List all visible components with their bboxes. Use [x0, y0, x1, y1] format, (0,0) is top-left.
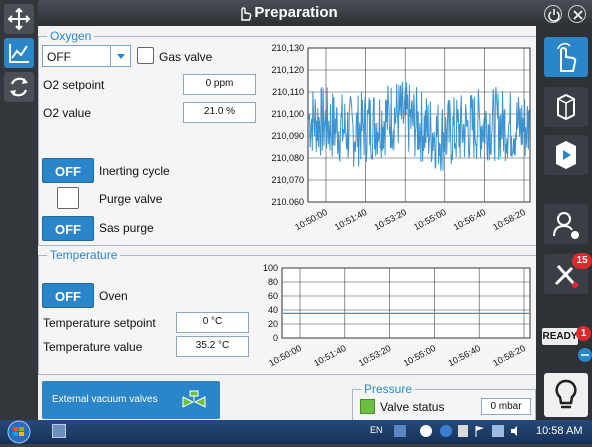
x-tick-label: 10:58:20: [491, 207, 527, 232]
external-vacuum-valves-button[interactable]: External vacuum valves: [42, 381, 220, 419]
gas-valve-checkbox[interactable]: [137, 47, 154, 64]
tray-display-icon[interactable]: [492, 425, 504, 437]
power-icon[interactable]: [544, 5, 562, 23]
y-tick-label: 210,110: [272, 87, 304, 97]
gas-valve-label: Gas valve: [159, 50, 213, 64]
y-tick-label: 100: [263, 263, 278, 273]
purge-valve-label: Purge valve: [99, 192, 163, 206]
cube-play-icon[interactable]: [544, 135, 588, 175]
chart-icon[interactable]: [4, 38, 34, 68]
oxygen-mode-value: OFF: [47, 50, 71, 64]
oxygen-legend: Oxygen: [47, 29, 95, 43]
ready-badge: 1: [576, 326, 591, 341]
taskbar-app-icon[interactable]: [52, 424, 66, 438]
window-title: Preparation: [254, 4, 338, 21]
valve-status-label: Valve status: [380, 400, 445, 414]
taskbar: EN 10:58 AM: [0, 420, 592, 444]
title-bar: Preparation: [0, 0, 592, 26]
move-icon[interactable]: [4, 4, 34, 34]
o2-setpoint-label: O2 setpoint: [43, 78, 105, 92]
refresh-icon[interactable]: [4, 72, 34, 102]
o2-chart-svg: 210,130 210,120 210,110 210,100 210,090 210,0…: [271, 43, 531, 232]
lightbulb-icon[interactable]: [544, 373, 588, 417]
y-tick-label: 210,130: [271, 43, 304, 53]
temperature-legend: Temperature: [47, 248, 121, 262]
o2-value-field: 21.0 %: [183, 102, 256, 123]
x-tick-label: 10:55:00: [402, 343, 438, 368]
valve-status-indicator: [360, 399, 375, 414]
o2-chart: 210,130 210,120 210,110 210,100 210,090 210,0…: [262, 42, 534, 242]
x-tick-label: 10:53:20: [357, 343, 393, 368]
temperature-value-field: 35.2 °C: [176, 336, 249, 357]
tray-printer-icon[interactable]: [458, 425, 468, 437]
pressure-value-field: 0 mbar: [481, 398, 531, 415]
x-tick-label: 10:58:20: [491, 343, 527, 368]
x-tick-label: 10:50:00: [267, 343, 303, 368]
ready-status[interactable]: READY: [542, 328, 578, 345]
y-tick-label: 210,120: [271, 65, 304, 75]
temperature-setpoint-field[interactable]: 0 °C: [176, 312, 249, 333]
y-tick-label: 80: [268, 277, 278, 287]
x-tick-label: 10:56:40: [446, 343, 482, 368]
volume-icon[interactable]: [510, 425, 522, 437]
y-tick-label: 210,070: [271, 175, 304, 185]
oven-label: Oven: [99, 289, 128, 303]
x-tick-label: 10:56:40: [452, 207, 488, 232]
tray-help-icon[interactable]: [420, 425, 432, 437]
language-indicator[interactable]: EN: [370, 425, 383, 435]
o2-value-label: O2 value: [43, 106, 92, 120]
y-tick-label: 60: [268, 291, 278, 301]
sas-purge-toggle[interactable]: OFF: [42, 216, 94, 241]
temperature-value-label: Temperature value: [43, 340, 143, 354]
y-tick-label: 40: [268, 305, 278, 315]
y-tick-label: 210,080: [271, 153, 304, 163]
start-button-icon[interactable]: [2, 420, 36, 444]
taskbar-clock: 10:58 AM: [536, 425, 583, 437]
inerting-cycle-toggle[interactable]: OFF: [42, 158, 94, 183]
inerting-cycle-label: Inerting cycle: [99, 164, 170, 178]
temperature-setpoint-label: Temperature setpoint: [43, 316, 156, 330]
valve-icon: [181, 389, 207, 414]
x-tick-label: 10:50:00: [293, 207, 329, 232]
tray-network-icon[interactable]: [440, 425, 452, 437]
sas-purge-label: Sas purge: [99, 221, 154, 235]
close-icon[interactable]: [568, 5, 586, 23]
y-tick-label: 210,100: [271, 109, 304, 119]
flag-icon[interactable]: [474, 425, 486, 437]
y-tick-label: 210,090: [271, 131, 304, 141]
left-sidebar: [0, 0, 38, 420]
package-icon[interactable]: [544, 87, 588, 127]
y-tick-label: 0: [273, 333, 278, 343]
chevron-down-icon: [110, 46, 130, 66]
o2-setpoint-field[interactable]: 0 ppm: [183, 74, 256, 95]
toggle-panel-icon[interactable]: [578, 348, 592, 362]
tools-badge: 15: [572, 253, 592, 269]
x-tick-label: 10:55:00: [412, 207, 448, 232]
pressure-legend: Pressure: [361, 382, 416, 396]
keyboard-icon[interactable]: [394, 425, 406, 437]
right-sidebar: 15 READY 1: [536, 26, 592, 420]
user-settings-icon[interactable]: [544, 204, 588, 244]
oxygen-mode-select[interactable]: OFF: [42, 45, 131, 67]
temperature-chart: 100 80 60 40 20 0 10:50:00 10:51:40 10:53:20 10:…: [262, 262, 534, 374]
y-tick-label: 20: [268, 319, 278, 329]
preparation-hand-icon[interactable]: [544, 37, 588, 77]
purge-valve-checkbox[interactable]: [57, 187, 79, 209]
y-tick-label: 210.060: [271, 197, 304, 207]
oven-toggle[interactable]: OFF: [42, 283, 94, 308]
x-tick-label: 10:51:40: [312, 343, 348, 368]
external-vacuum-valves-label: External vacuum valves: [52, 394, 158, 405]
x-tick-label: 10:53:20: [372, 207, 408, 232]
x-tick-label: 10:51:40: [333, 207, 369, 232]
temperature-chart-svg: 100 80 60 40 20 0 10:50:00 10:51:40 10:53:20 10:…: [263, 263, 531, 368]
